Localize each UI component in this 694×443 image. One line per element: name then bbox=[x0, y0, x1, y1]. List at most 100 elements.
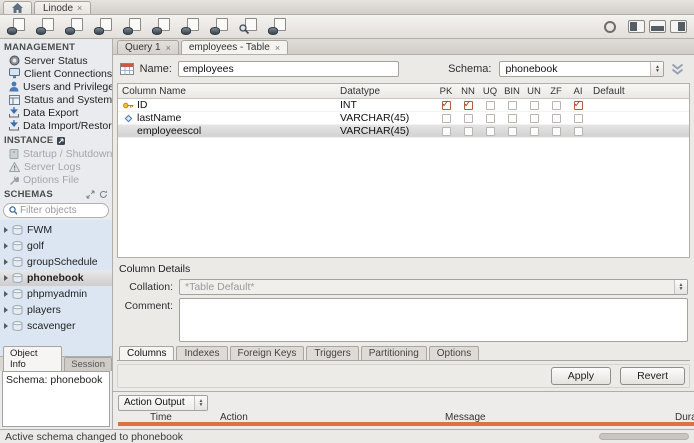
pk-checkbox[interactable] bbox=[441, 99, 451, 110]
zf-checkbox[interactable] bbox=[551, 100, 561, 110]
schema-filter[interactable] bbox=[3, 203, 109, 218]
col-header-un[interactable]: UN bbox=[523, 86, 545, 97]
horizontal-scrollbar[interactable] bbox=[599, 433, 689, 440]
schema-item-fwm[interactable]: FWM bbox=[0, 222, 112, 238]
expand-schemas-icon[interactable] bbox=[86, 190, 95, 199]
search-objects-icon[interactable] bbox=[239, 18, 258, 35]
col-header-column-name[interactable]: Column Name bbox=[118, 86, 340, 97]
connection-tab[interactable]: Linode × bbox=[34, 1, 92, 14]
col-header-uq[interactable]: UQ bbox=[479, 86, 501, 97]
un-checkbox[interactable] bbox=[529, 100, 539, 110]
uq-checkbox[interactable] bbox=[485, 113, 495, 123]
tab-indexes[interactable]: Indexes bbox=[176, 346, 228, 360]
table-name-input[interactable] bbox=[177, 61, 400, 77]
tab-employees-table[interactable]: employees - Table × bbox=[180, 40, 289, 54]
un-checkbox[interactable] bbox=[529, 113, 539, 123]
col-header-duration-fetch[interactable]: Duration / Fetch bbox=[675, 412, 694, 423]
grid-empty-area[interactable] bbox=[118, 138, 689, 257]
ai-checkbox[interactable] bbox=[573, 126, 583, 136]
tab-object-info[interactable]: Object Info bbox=[3, 346, 63, 371]
toggle-left-panel-button[interactable] bbox=[628, 20, 645, 33]
output-view-select[interactable]: Action Output ▲ ▼ bbox=[118, 394, 208, 411]
column-row-lastname[interactable]: lastName VARCHAR(45) bbox=[118, 112, 689, 125]
col-header-action[interactable]: Action bbox=[220, 412, 445, 423]
close-icon[interactable]: × bbox=[275, 43, 280, 53]
un-checkbox[interactable] bbox=[529, 126, 539, 136]
sidebar-item-system-variables[interactable]: Status and System Variables bbox=[0, 93, 112, 106]
close-icon[interactable]: × bbox=[166, 43, 171, 53]
toggle-right-panel-button[interactable] bbox=[670, 20, 687, 33]
comment-textarea[interactable] bbox=[179, 298, 688, 342]
sidebar-item-startup-shutdown[interactable]: Startup / Shutdown bbox=[0, 147, 112, 160]
nn-checkbox[interactable] bbox=[463, 113, 473, 123]
ai-checkbox[interactable] bbox=[573, 113, 583, 123]
refresh-schemas-icon[interactable] bbox=[99, 190, 108, 199]
schema-item-scavenger[interactable]: scavenger bbox=[0, 318, 112, 334]
expander-icon[interactable] bbox=[4, 307, 8, 313]
create-view-icon[interactable] bbox=[123, 18, 142, 35]
expander-icon[interactable] bbox=[4, 227, 8, 233]
expander-icon[interactable] bbox=[4, 243, 8, 249]
tab-columns[interactable]: Columns bbox=[119, 346, 175, 360]
expander-icon[interactable] bbox=[4, 275, 8, 281]
col-header-message[interactable]: Message bbox=[445, 412, 675, 423]
tab-triggers[interactable]: Triggers bbox=[306, 346, 359, 360]
create-table-icon[interactable] bbox=[94, 18, 113, 35]
bin-checkbox[interactable] bbox=[507, 126, 517, 136]
create-function-icon[interactable] bbox=[181, 18, 200, 35]
open-script-icon[interactable] bbox=[36, 18, 55, 35]
reconnect-icon[interactable] bbox=[268, 18, 287, 35]
uq-checkbox[interactable] bbox=[485, 100, 495, 110]
create-procedure-icon[interactable] bbox=[152, 18, 171, 35]
tab-options[interactable]: Options bbox=[428, 346, 480, 360]
sidebar-item-data-import[interactable]: Data Import/Restore bbox=[0, 119, 112, 132]
home-tab[interactable] bbox=[3, 1, 32, 14]
sidebar-item-users-privileges[interactable]: Users and Privileges bbox=[0, 80, 112, 93]
collapse-header-icon[interactable] bbox=[670, 63, 685, 75]
sidebar-item-data-export[interactable]: Data Export bbox=[0, 106, 112, 119]
schema-item-groupschedule[interactable]: groupSchedule bbox=[0, 254, 112, 270]
pk-checkbox[interactable] bbox=[441, 126, 451, 136]
schema-item-players[interactable]: players bbox=[0, 302, 112, 318]
sidebar-item-server-status[interactable]: Server Status bbox=[0, 54, 112, 67]
sidebar-item-client-connections[interactable]: Client Connections bbox=[0, 67, 112, 80]
tab-foreign-keys[interactable]: Foreign Keys bbox=[229, 346, 305, 360]
apply-button[interactable]: Apply bbox=[550, 367, 612, 385]
bin-checkbox[interactable] bbox=[507, 100, 517, 110]
sidebar-item-options-file[interactable]: Options File bbox=[0, 173, 112, 186]
sidebar-item-server-logs[interactable]: Server Logs bbox=[0, 160, 112, 173]
tab-partitioning[interactable]: Partitioning bbox=[360, 346, 427, 360]
col-header-pk[interactable]: PK bbox=[435, 86, 457, 97]
create-schema-icon[interactable] bbox=[65, 18, 84, 35]
zf-checkbox[interactable] bbox=[551, 126, 561, 136]
col-header-nn[interactable]: NN bbox=[457, 86, 479, 97]
col-header-bin[interactable]: BIN bbox=[501, 86, 523, 97]
new-query-tab-icon[interactable] bbox=[7, 18, 26, 35]
column-row-employeescol[interactable]: employeescol VARCHAR(45) bbox=[118, 125, 689, 138]
create-trigger-icon[interactable] bbox=[210, 18, 229, 35]
column-row-id[interactable]: ID INT bbox=[118, 99, 689, 112]
filter-objects-input[interactable] bbox=[19, 205, 103, 216]
col-header-datatype[interactable]: Datatype bbox=[340, 86, 435, 97]
close-icon[interactable]: × bbox=[77, 3, 82, 13]
schema-item-phonebook[interactable]: phonebook bbox=[0, 270, 112, 286]
col-header-default[interactable]: Default bbox=[589, 86, 689, 97]
tab-query-1[interactable]: Query 1 × bbox=[117, 40, 179, 54]
col-header-zf[interactable]: ZF bbox=[545, 86, 567, 97]
col-header-time[interactable]: Time bbox=[150, 412, 220, 423]
revert-button[interactable]: Revert bbox=[620, 367, 685, 385]
toggle-bottom-panel-button[interactable] bbox=[649, 20, 666, 33]
nn-checkbox[interactable] bbox=[463, 126, 473, 136]
expander-icon[interactable] bbox=[4, 323, 8, 329]
col-header-ai[interactable]: AI bbox=[567, 86, 589, 97]
schema-item-golf[interactable]: golf bbox=[0, 238, 112, 254]
expander-icon[interactable] bbox=[4, 291, 8, 297]
schema-item-phpmyadmin[interactable]: phpmyadmin bbox=[0, 286, 112, 302]
uq-checkbox[interactable] bbox=[485, 126, 495, 136]
nn-checkbox[interactable] bbox=[463, 99, 473, 110]
collation-select[interactable]: *Table Default* ▲ ▼ bbox=[179, 279, 688, 295]
tab-session[interactable]: Session bbox=[64, 357, 112, 371]
ai-checkbox[interactable] bbox=[573, 99, 583, 110]
bin-checkbox[interactable] bbox=[507, 113, 517, 123]
schema-select[interactable]: phonebook ▲ ▼ bbox=[499, 61, 665, 77]
